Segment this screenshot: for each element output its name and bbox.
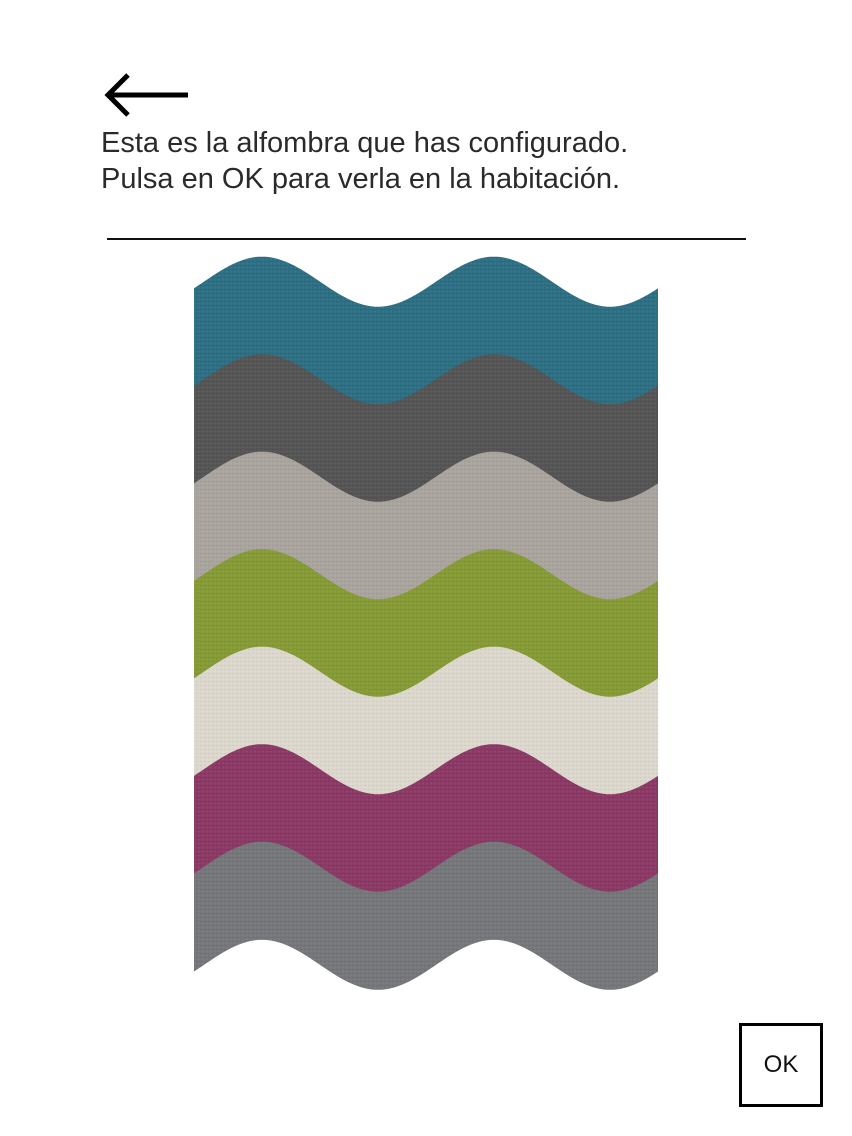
instructions-line-1: Esta es la alfombra que has configurado. bbox=[101, 127, 629, 159]
instructions-text: Esta es la alfombra que has configurado.… bbox=[101, 125, 781, 197]
instructions-line-2: Pulsa en OK para verla en la habitación. bbox=[101, 163, 621, 195]
back-button[interactable] bbox=[100, 70, 192, 120]
rug-preview bbox=[194, 255, 658, 1000]
divider bbox=[107, 238, 746, 240]
ok-button[interactable]: OK bbox=[739, 1023, 823, 1107]
arrow-left-icon bbox=[100, 70, 192, 120]
rug-image bbox=[194, 256, 658, 990]
